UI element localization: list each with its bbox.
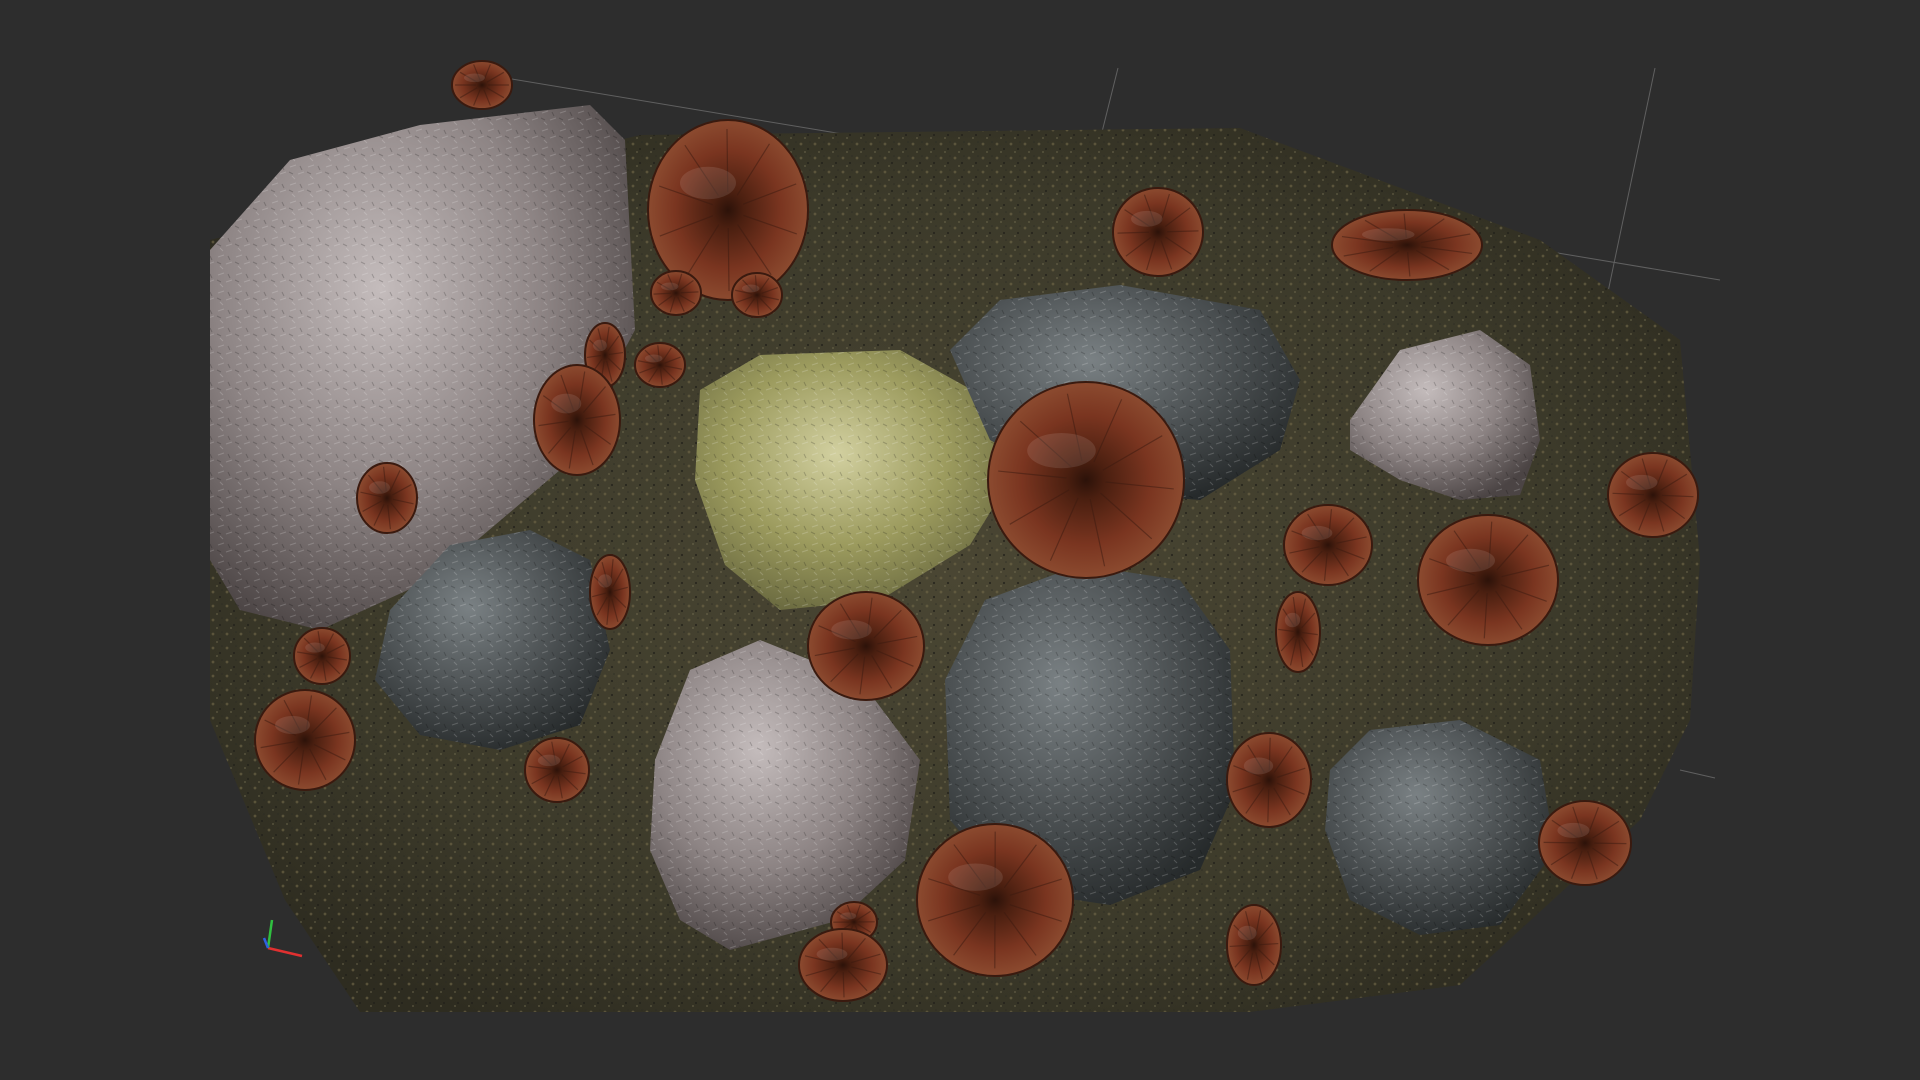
mushroom-cap[interactable] — [1275, 591, 1321, 673]
mushroom-cap[interactable] — [1283, 504, 1373, 586]
mushroom-cap[interactable] — [1226, 904, 1282, 986]
mushroom-cap[interactable] — [1112, 187, 1204, 277]
mushroom-cap[interactable] — [356, 462, 418, 534]
mushroom-cap[interactable] — [1226, 732, 1312, 828]
mushroom-cap[interactable] — [1538, 800, 1632, 886]
mushroom-cap[interactable] — [634, 342, 686, 388]
3d-viewport[interactable] — [0, 0, 1920, 1080]
axis-gizmo-icon — [262, 919, 303, 958]
mushroom-cap[interactable] — [451, 60, 513, 110]
mushroom-cap[interactable] — [798, 928, 888, 1002]
mushroom-cap[interactable] — [533, 364, 621, 476]
mushroom-cap[interactable] — [254, 689, 356, 791]
mushroom-cap[interactable] — [1331, 209, 1483, 281]
mushroom-cap[interactable] — [807, 591, 925, 701]
mushroom-cap[interactable] — [589, 554, 631, 630]
viewport-canvas[interactable] — [0, 0, 1920, 1080]
mushroom-cap[interactable] — [1417, 514, 1559, 646]
mushroom-cap[interactable] — [524, 737, 590, 803]
mushroom-cap[interactable] — [293, 627, 351, 685]
mushroom-cap[interactable] — [987, 381, 1185, 579]
mushroom-cap[interactable] — [650, 270, 702, 316]
mushroom-cap[interactable] — [731, 272, 783, 318]
mushroom-cap[interactable] — [916, 823, 1074, 977]
mushroom-cap[interactable] — [1607, 452, 1699, 538]
